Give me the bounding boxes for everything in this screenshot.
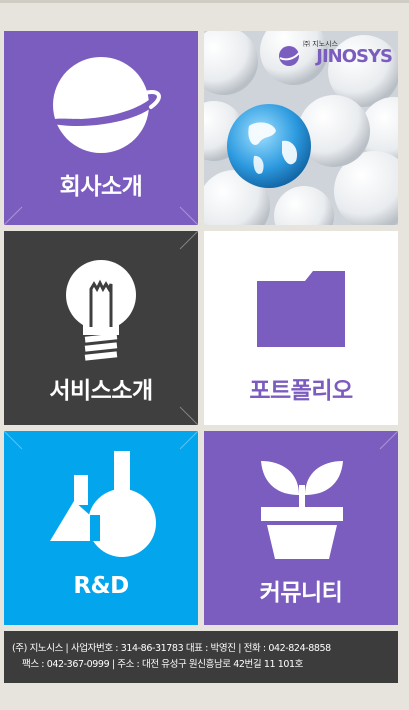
sprout-pot-icon (259, 455, 345, 565)
logo-swirl-icon (279, 46, 300, 66)
globe-banner-image: ㈜ 지노시스 JINOSYS (204, 31, 398, 225)
corner-mark (376, 431, 398, 453)
lab-flask-icon (50, 451, 160, 565)
jinosys-logo: JINOSYS (279, 45, 393, 69)
corner-mark (176, 431, 198, 453)
services-intro-label: 서비스소개 (49, 378, 153, 404)
logo-brand-text: JINOSYS (316, 46, 393, 67)
portfolio-label: 포트폴리오 (249, 378, 353, 404)
planet-icon (41, 53, 165, 161)
lightbulb-icon (61, 259, 141, 367)
corner-mark (176, 231, 198, 253)
corner-mark (4, 203, 26, 225)
rnd-tile[interactable]: R&D (4, 431, 198, 625)
portfolio-tile[interactable]: 포트폴리오 (204, 231, 398, 425)
community-tile[interactable]: 커뮤니티 (204, 431, 398, 625)
folder-icon (257, 271, 347, 351)
top-divider (0, 0, 409, 3)
footer-contact-address-line: 팩스 : 042-367-0999 | 주소 : 대전 유성구 원신흥남로 42… (22, 659, 304, 670)
footer-company-info-line: (주) 지노시스 | 사업자번호 : 314-86-31783 대표 : 박영진… (12, 643, 331, 654)
corner-mark (176, 403, 198, 425)
company-intro-label: 회사소개 (59, 174, 143, 200)
corner-mark (176, 203, 198, 225)
services-intro-tile[interactable]: 서비스소개 (4, 231, 198, 425)
company-intro-tile[interactable]: 회사소개 (4, 31, 198, 225)
rnd-label: R&D (73, 573, 129, 599)
company-info-footer: (주) 지노시스 | 사업자번호 : 314-86-31783 대표 : 박영진… (4, 631, 398, 683)
corner-mark (4, 431, 26, 453)
community-label: 커뮤니티 (259, 580, 343, 606)
